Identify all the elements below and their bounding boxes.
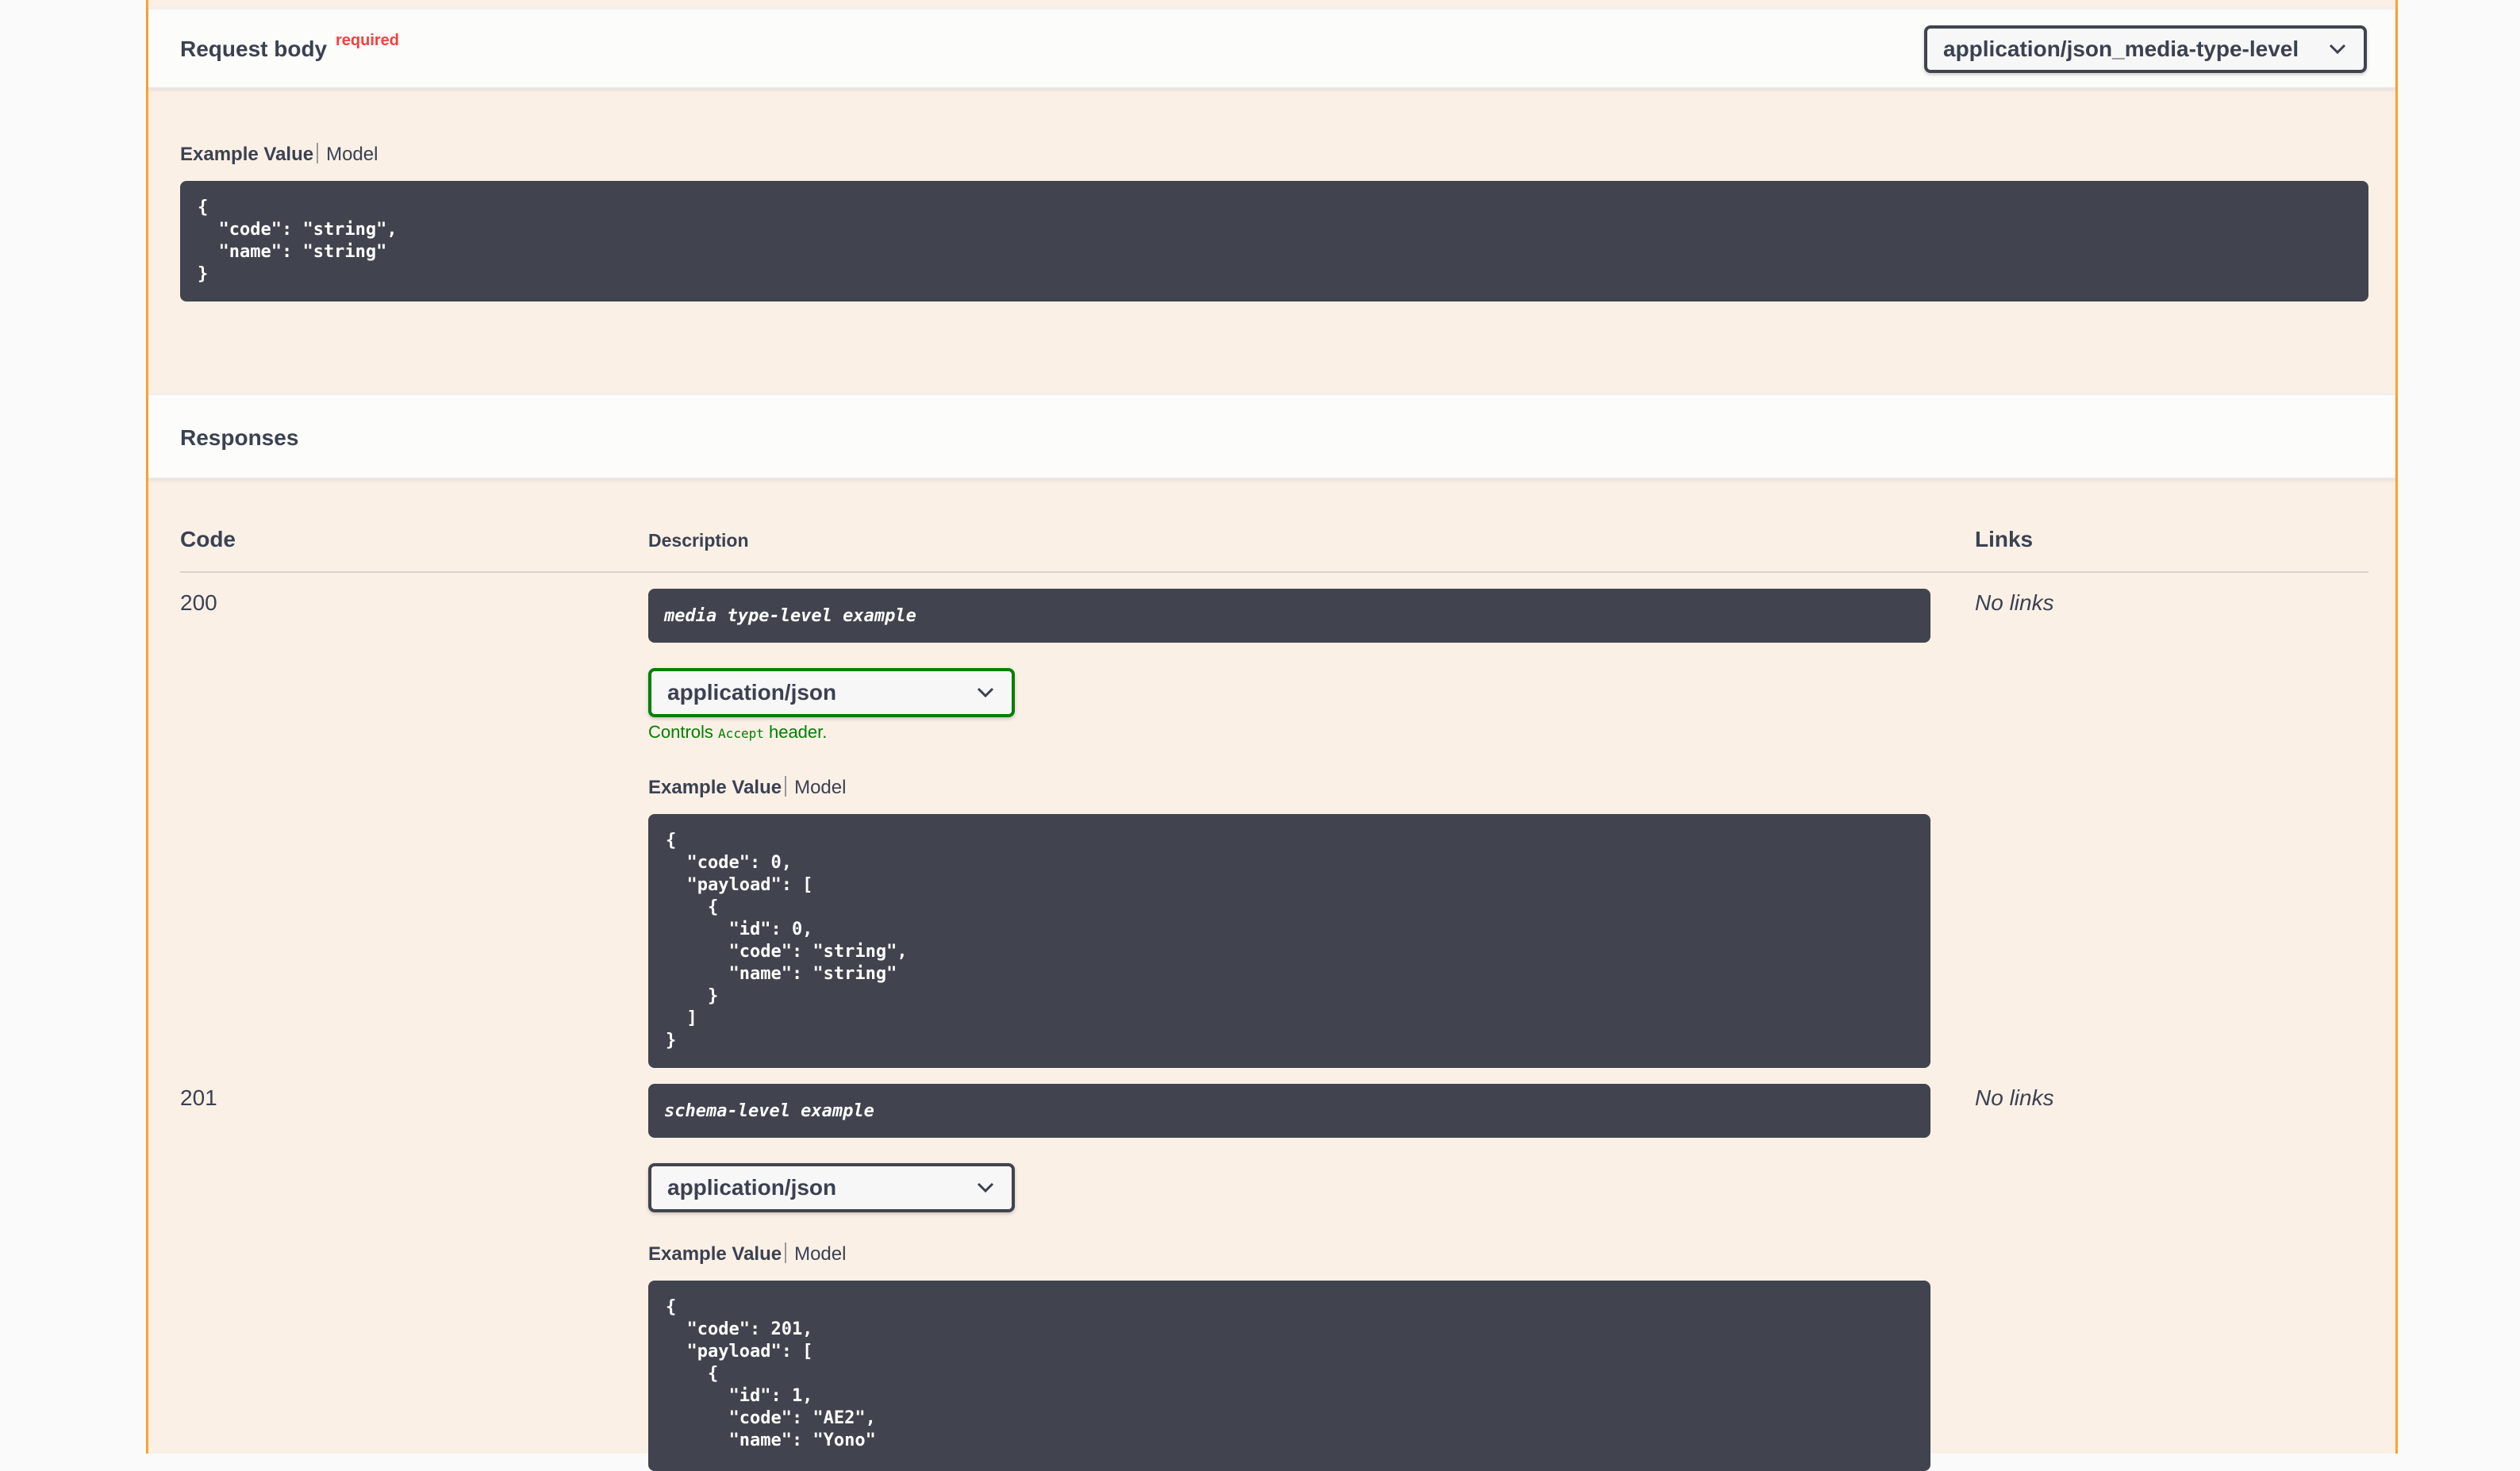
content-type-value: application/json_media-type-level (1943, 36, 2299, 61)
model-tab[interactable]: Model (794, 777, 846, 798)
example-value-tab[interactable]: Example Value (648, 1243, 782, 1265)
chevron-down-icon (2329, 44, 2346, 55)
response-example-code-200: { "code": 0, "payload": [ { "id": 0, "co… (648, 814, 1930, 1068)
controls-accept-note: Controls Accept header. (648, 722, 828, 742)
column-header-description: Description (648, 530, 749, 551)
chevron-down-icon (977, 687, 994, 698)
column-header-links: Links (1975, 527, 2034, 551)
responses-header: Responses (148, 394, 2395, 479)
response-media-type-select-201[interactable]: application/json (648, 1163, 1015, 1212)
tab-divider (785, 776, 787, 797)
media-type-value: application/json (667, 680, 837, 705)
response-description-text: media type-level example (664, 605, 916, 626)
example-value-tab[interactable]: Example Value (180, 144, 313, 165)
content-type-select[interactable]: application/json_media-type-level (1924, 25, 2367, 73)
response-description-201: schema-level example (648, 1084, 1930, 1138)
response-code-201: 201 (180, 1085, 217, 1110)
response-links-200: No links (1975, 590, 2054, 615)
model-tab[interactable]: Model (326, 144, 378, 165)
response-example-tabs-200: Example Value Model (648, 776, 846, 799)
media-type-value: application/json (667, 1175, 837, 1200)
response-links-201: No links (1975, 1085, 2054, 1110)
request-body-header: Request body required application/json_m… (148, 8, 2395, 89)
response-example-code-201: { "code": 201, "payload": [ { "id": 1, "… (648, 1281, 1930, 1471)
column-header-code: Code (180, 527, 236, 551)
table-divider (180, 571, 2368, 573)
response-media-type-select-200[interactable]: application/json (648, 668, 1015, 717)
chevron-down-icon (977, 1182, 994, 1193)
responses-title: Responses (180, 425, 299, 450)
request-example-code: { "code": "string", "name": "string" } (180, 181, 2368, 301)
response-example-tabs-201: Example Value Model (648, 1242, 846, 1266)
request-body-title: Request body (180, 36, 328, 61)
required-badge: required (336, 32, 400, 49)
response-code-200: 200 (180, 590, 217, 615)
accept-header-code: Accept (718, 726, 764, 741)
tab-divider (785, 1242, 787, 1263)
response-description-200: media type-level example (648, 589, 1930, 643)
response-description-text: schema-level example (664, 1100, 874, 1121)
example-value-tab[interactable]: Example Value (648, 777, 782, 798)
request-example-tabs: Example Value Model (180, 143, 378, 166)
model-tab[interactable]: Model (794, 1243, 846, 1265)
operation-block: Request body required application/json_m… (146, 0, 2398, 1471)
tab-divider (317, 143, 319, 163)
